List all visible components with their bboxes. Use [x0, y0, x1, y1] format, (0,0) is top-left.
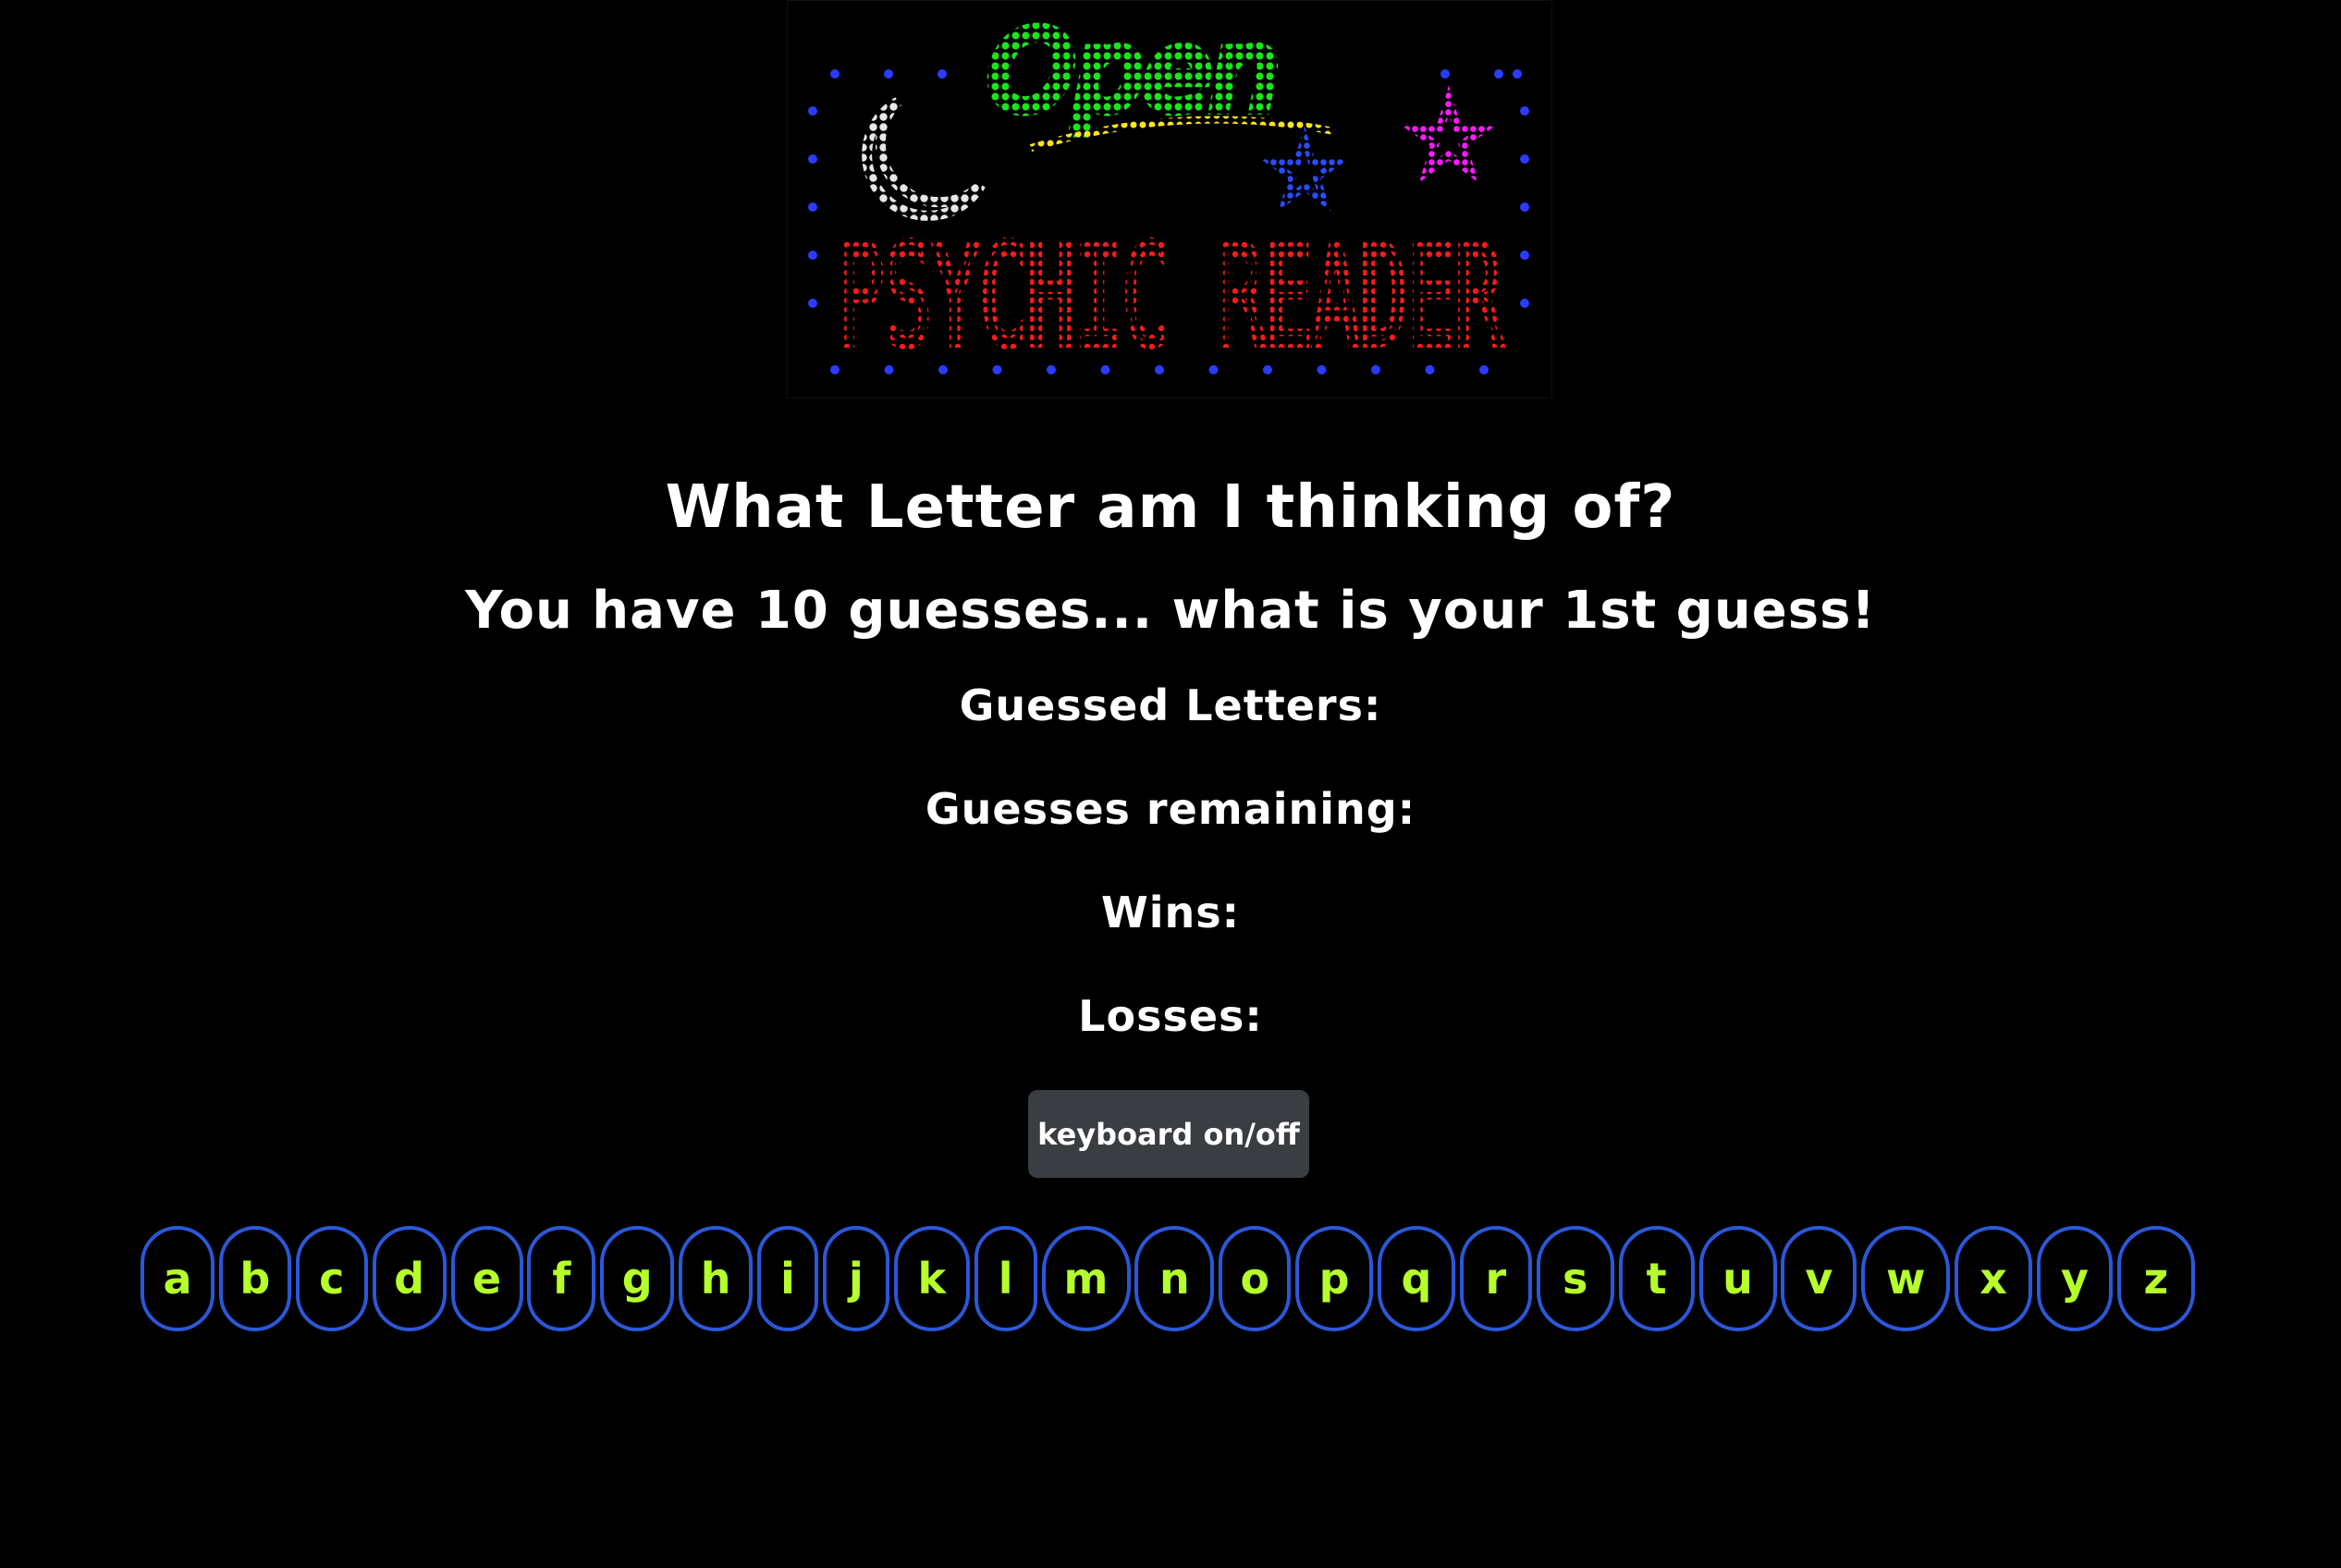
key-x[interactable]: x	[1955, 1226, 2033, 1331]
wins-label: Wins:	[1100, 888, 1241, 937]
key-f[interactable]: f	[527, 1226, 596, 1331]
key-m[interactable]: m	[1041, 1226, 1131, 1331]
guess-prompt: You have 10 guesses... what is your 1st …	[465, 581, 1876, 641]
key-h[interactable]: h	[679, 1226, 754, 1331]
key-d[interactable]: d	[372, 1226, 447, 1331]
key-e[interactable]: e	[450, 1226, 523, 1331]
key-j[interactable]: j	[822, 1226, 889, 1331]
key-i[interactable]: i	[757, 1226, 818, 1331]
on-screen-keyboard: abcdefghijklmnopqrstuvwxyz	[141, 1226, 2195, 1335]
key-o[interactable]: o	[1219, 1226, 1292, 1331]
guessed-letters-label: Guessed Letters:	[959, 680, 1382, 730]
svg-text:PSYCHIC READER: PSYCHIC READER	[837, 216, 1502, 377]
psychic-reader-sign-image: Open PSYCHIC READER	[787, 0, 1552, 398]
key-z[interactable]: z	[2116, 1226, 2195, 1331]
guesses-remaining-label: Guesses remaining:	[925, 784, 1416, 834]
key-p[interactable]: p	[1295, 1226, 1374, 1331]
key-n[interactable]: n	[1134, 1226, 1215, 1331]
key-a[interactable]: a	[141, 1226, 214, 1331]
question-heading: What Letter am I thinking of?	[665, 473, 1676, 542]
key-l[interactable]: l	[974, 1226, 1037, 1331]
key-t[interactable]: t	[1618, 1226, 1695, 1331]
key-q[interactable]: q	[1378, 1226, 1455, 1331]
key-s[interactable]: s	[1536, 1226, 1614, 1331]
key-w[interactable]: w	[1861, 1226, 1951, 1331]
key-v[interactable]: v	[1781, 1226, 1857, 1331]
key-g[interactable]: g	[600, 1226, 675, 1331]
key-c[interactable]: c	[295, 1226, 368, 1331]
key-k[interactable]: k	[893, 1226, 970, 1331]
key-u[interactable]: u	[1698, 1226, 1777, 1331]
key-b[interactable]: b	[218, 1226, 291, 1331]
svg-text:Open: Open	[988, 7, 1280, 135]
key-y[interactable]: y	[2037, 1226, 2113, 1331]
keyboard-toggle-button[interactable]: keyboard on/off	[1028, 1090, 1309, 1178]
losses-label: Losses:	[1078, 991, 1263, 1041]
key-r[interactable]: r	[1459, 1226, 1532, 1331]
